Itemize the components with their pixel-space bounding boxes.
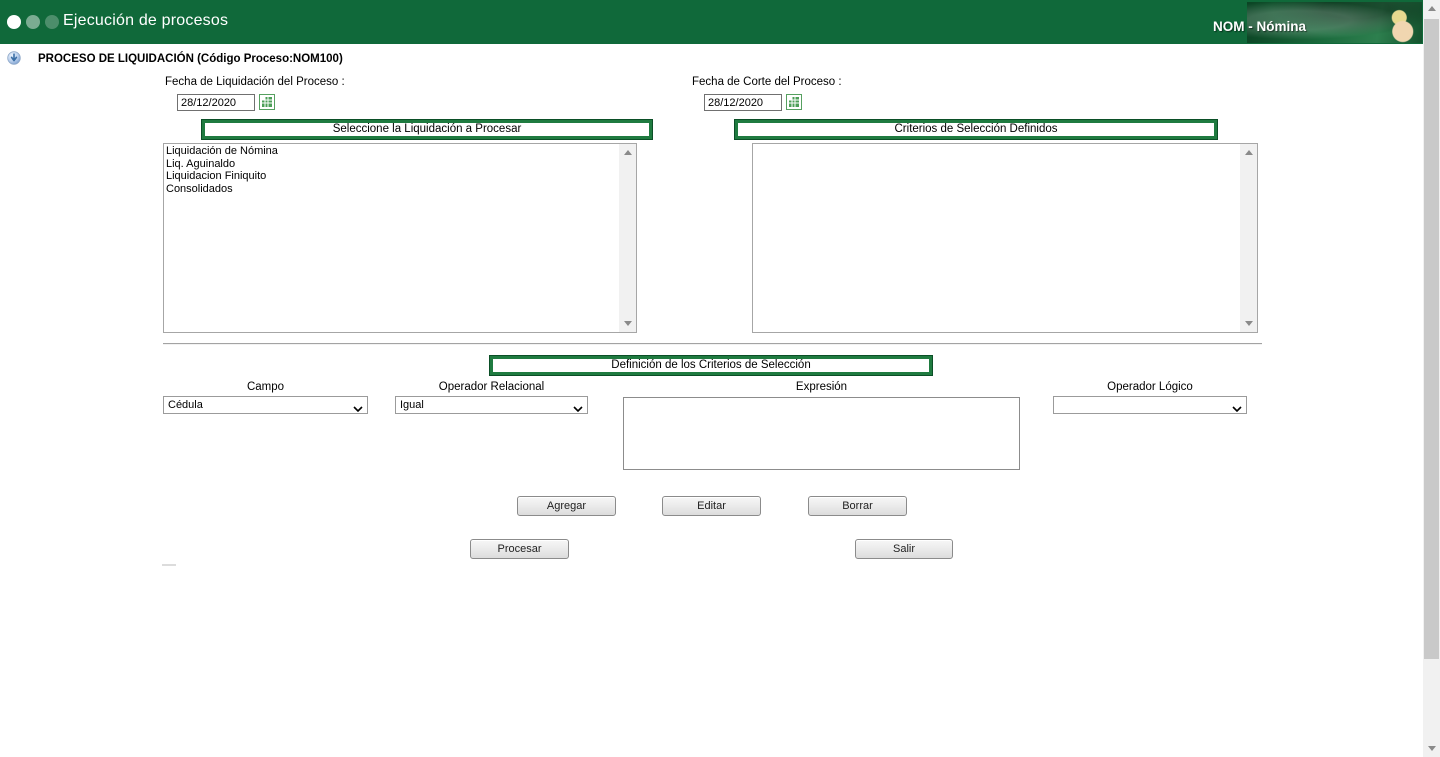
list-item[interactable]: Liquidacion Finiquito [166,170,619,183]
scroll-down-icon[interactable] [1240,315,1257,332]
salir-button[interactable]: Salir [855,539,953,559]
list-item[interactable]: Consolidados [166,183,619,196]
fecha-corte-input[interactable] [704,94,782,111]
operador-logico-select[interactable] [1053,396,1247,414]
scroll-down-icon[interactable] [619,315,636,332]
listbox-scrollbar[interactable] [1240,144,1257,332]
calendar-icon[interactable] [786,94,802,110]
chevron-down-icon [573,403,583,415]
calendar-icon[interactable] [259,94,275,110]
liquidaciones-listbox[interactable]: Liquidación de Nómina Liq. Aguinaldo Liqui… [163,143,637,333]
page-scrollbar[interactable] [1423,0,1440,757]
agregar-button[interactable]: Agregar [517,496,616,516]
operador-relacional-select[interactable]: Igual [395,396,588,414]
window-dot-icon [26,15,40,29]
scroll-down-icon[interactable] [1423,740,1440,757]
operador-relacional-label: Operador Relacional [438,381,545,393]
section-divider [163,343,1262,345]
scroll-up-icon[interactable] [1240,144,1257,161]
criterios-list [753,144,1240,332]
liquidaciones-list: Liquidación de Nómina Liq. Aguinaldo Liqui… [164,144,619,332]
operador-logico-label: Operador Lógico [1107,381,1193,393]
window-dot-icon [45,15,59,29]
list-item[interactable]: Liq. Aguinaldo [166,158,619,171]
chevron-down-icon [1232,403,1242,415]
procesar-button[interactable]: Procesar [470,539,569,559]
page-title: PROCESO DE LIQUIDACIÓN (Código Proceso:N… [38,53,343,65]
definicion-section-header: Definición de los Criterios de Selección [490,356,932,375]
criterios-listbox[interactable] [752,143,1258,333]
scrollbar-thumb[interactable] [1424,19,1439,659]
app-header-bar: Ejecución de procesos [0,0,1423,44]
scroll-up-icon[interactable] [619,144,636,161]
expresion-label: Expresión [795,381,848,393]
chevron-down-icon [353,403,363,415]
expresion-textarea[interactable] [623,397,1020,470]
fecha-liquidacion-label: Fecha de Liquidación del Proceso : [165,76,345,88]
fecha-liquidacion-input[interactable] [177,94,255,111]
page-header-title: Ejecución de procesos [63,12,229,29]
fecha-corte-label: Fecha de Corte del Proceso : [692,76,842,88]
collapsed-element-dash [162,564,176,566]
criterios-section-header: Criterios de Selección Definidos [735,120,1217,139]
app-module-label: NOM - Nómina [1213,19,1306,34]
borrar-button[interactable]: Borrar [808,496,907,516]
window-dot-icon [7,15,21,29]
listbox-scrollbar[interactable] [619,144,636,332]
campo-select[interactable]: Cédula [163,396,368,414]
scroll-up-icon[interactable] [1423,0,1440,17]
editar-button[interactable]: Editar [662,496,761,516]
info-icon[interactable] [7,51,21,65]
liquidaciones-section-header: Seleccione la Liquidación a Procesar [202,120,652,139]
list-item[interactable]: Liquidación de Nómina [166,145,619,158]
campo-label: Campo [246,381,285,393]
